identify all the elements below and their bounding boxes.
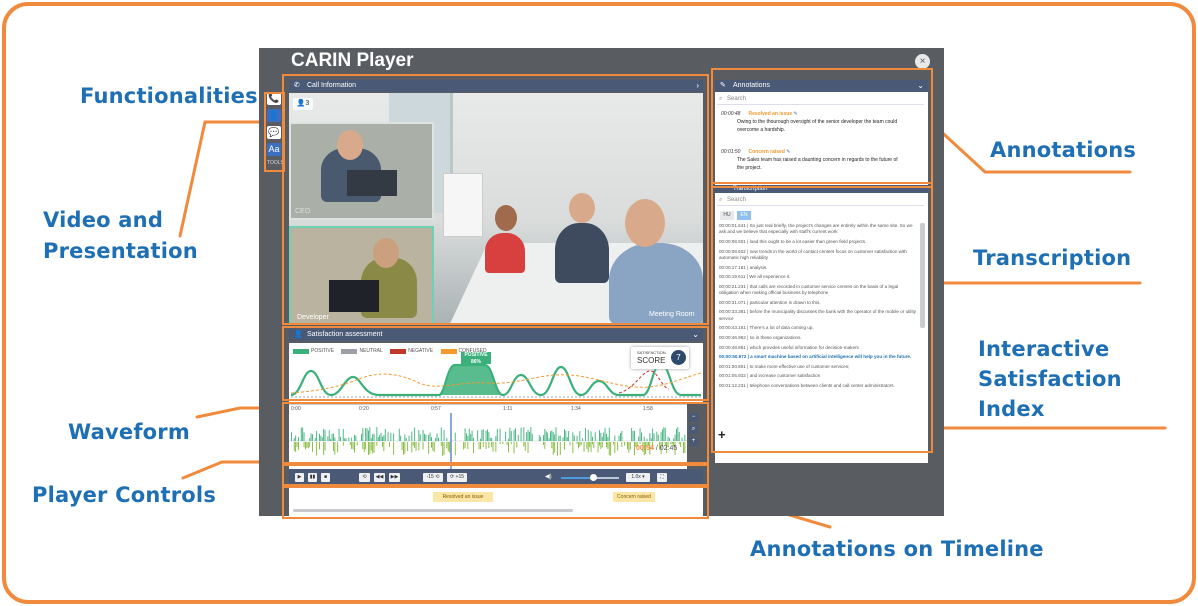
callout-functionalities: Functionalities bbox=[80, 84, 258, 108]
callout-satisfaction-index: Interactive Satisfaction Index bbox=[978, 334, 1122, 424]
close-button[interactable]: × bbox=[915, 54, 930, 69]
callout-video-line1: Video and bbox=[43, 208, 164, 232]
callout-annotations-timeline: Annotations on Timeline bbox=[750, 537, 1044, 561]
callout-transcription: Transcription bbox=[973, 246, 1132, 270]
callout-waveform: Waveform bbox=[68, 420, 190, 444]
callout-isi-line3: Index bbox=[978, 397, 1045, 421]
highlight-transcription bbox=[711, 182, 933, 453]
highlight-satisfaction bbox=[282, 326, 709, 401]
callout-player-controls: Player Controls bbox=[32, 483, 217, 507]
callout-isi-line2: Satisfaction bbox=[978, 367, 1122, 391]
highlight-controls bbox=[282, 464, 709, 486]
app-title: CARIN Player bbox=[291, 50, 414, 71]
highlight-annotations-timeline bbox=[282, 486, 709, 519]
highlight-video bbox=[282, 74, 709, 325]
callout-isi-line1: Interactive bbox=[978, 337, 1110, 361]
callout-video-presentation: Video and Presentation bbox=[43, 205, 198, 267]
highlight-waveform bbox=[282, 402, 709, 464]
highlight-tools bbox=[264, 92, 285, 172]
highlight-annotations bbox=[711, 68, 933, 188]
callout-annotations: Annotations bbox=[990, 138, 1137, 162]
callout-video-line2: Presentation bbox=[43, 239, 198, 263]
